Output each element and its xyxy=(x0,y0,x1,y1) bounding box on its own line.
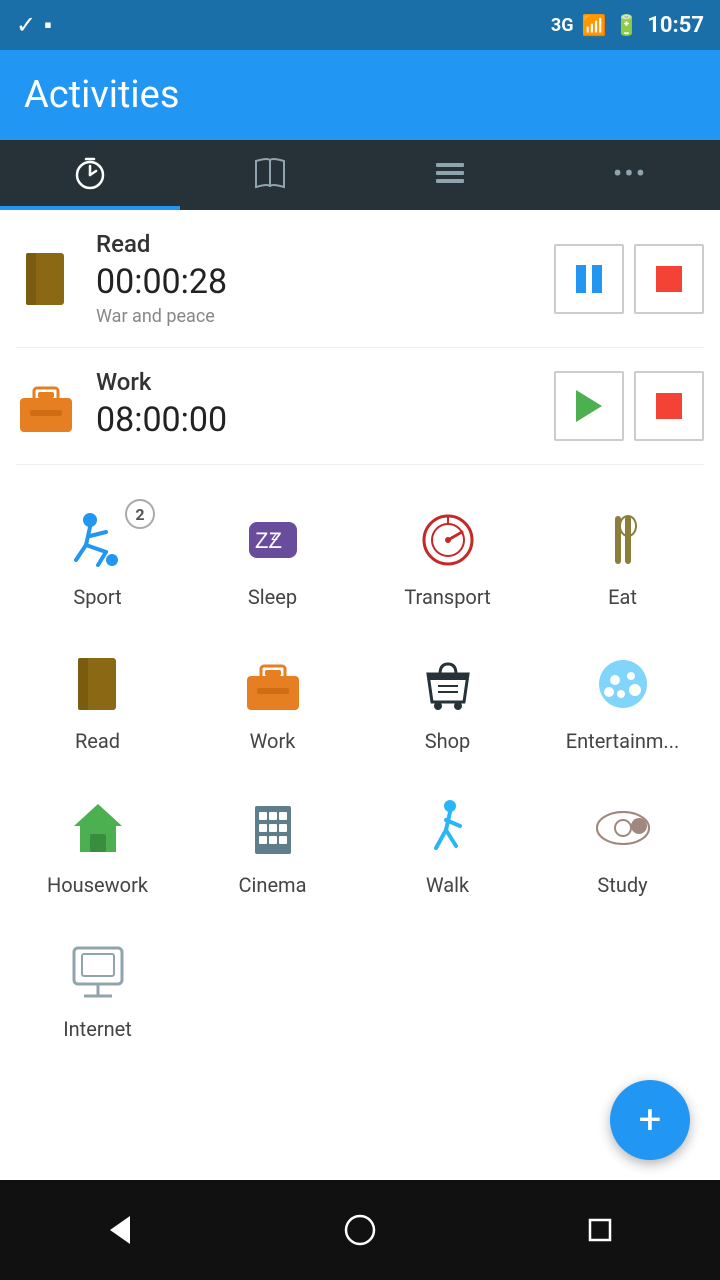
activity-study[interactable]: Study xyxy=(535,773,710,917)
read-pause-button[interactable] xyxy=(554,244,624,314)
transport-icon xyxy=(413,505,483,575)
read-icon xyxy=(63,649,133,719)
work-timer-icon xyxy=(16,376,76,436)
add-activity-button[interactable]: + xyxy=(610,1080,690,1160)
work-timer-name: Work xyxy=(96,368,554,396)
bottom-navigation xyxy=(0,1180,720,1280)
read-label: Read xyxy=(75,729,120,753)
pause-icon xyxy=(576,265,602,293)
timer-card-read: Read 00:00:28 War and peace xyxy=(16,210,704,348)
app-bar: Activities xyxy=(0,50,720,140)
sport-badge: 2 xyxy=(125,499,155,529)
activity-read[interactable]: Read xyxy=(10,629,185,773)
work-icon xyxy=(238,649,308,719)
read-timer-info: Read 00:00:28 War and peace xyxy=(96,230,554,327)
housework-icon xyxy=(63,793,133,863)
clock-label: 10:57 xyxy=(647,13,704,38)
home-button[interactable] xyxy=(330,1200,390,1260)
tab-timer[interactable] xyxy=(0,140,180,210)
status-bar: ✓ ▪ 3G 📶 🔋 10:57 xyxy=(0,0,720,50)
transport-label: Transport xyxy=(404,585,490,609)
eat-icon xyxy=(588,505,658,575)
activity-internet[interactable]: Internet xyxy=(10,917,185,1061)
cinema-label: Cinema xyxy=(239,873,307,897)
home-icon xyxy=(342,1212,378,1248)
sleep-icon: ZZ z xyxy=(238,505,308,575)
status-bar-left: ✓ ▪ xyxy=(16,11,52,39)
sleep-label: Sleep xyxy=(248,585,297,609)
back-button[interactable] xyxy=(90,1200,150,1260)
entertainment-icon xyxy=(588,649,658,719)
more-dots-icon: ••• xyxy=(613,157,647,190)
internet-icon xyxy=(63,937,133,1007)
tab-list[interactable] xyxy=(360,140,540,210)
read-timer-controls xyxy=(554,244,704,314)
timer-section: Read 00:00:28 War and peace xyxy=(0,210,720,465)
status-bar-right: 3G 📶 🔋 10:57 xyxy=(551,13,704,38)
activity-entertainment[interactable]: Entertainm... xyxy=(535,629,710,773)
timer-icon xyxy=(72,155,108,191)
walk-icon xyxy=(413,793,483,863)
check-icon: ✓ xyxy=(16,11,36,39)
recent-icon xyxy=(582,1212,618,1248)
activities-grid: 2 Sport ZZ z Sleep xyxy=(0,465,720,1081)
back-icon xyxy=(102,1212,138,1248)
work-timer-controls xyxy=(554,371,704,441)
work-stop-button[interactable] xyxy=(634,371,704,441)
study-label: Study xyxy=(597,873,647,897)
play-icon xyxy=(576,390,602,422)
recent-button[interactable] xyxy=(570,1200,630,1260)
signal-icon: 📶 xyxy=(582,13,607,37)
list-icon xyxy=(432,155,468,191)
read-timer-subtitle: War and peace xyxy=(96,306,554,327)
work-play-button[interactable] xyxy=(554,371,624,441)
app-title: Activities xyxy=(24,73,179,117)
study-icon xyxy=(588,793,658,863)
book-icon xyxy=(252,155,288,191)
battery-icon: 🔋 xyxy=(614,13,639,37)
svg-text:z: z xyxy=(271,527,278,543)
housework-label: Housework xyxy=(47,873,148,897)
timer-card-work: Work 08:00:00 xyxy=(16,348,704,465)
activity-transport[interactable]: Transport xyxy=(360,485,535,629)
sport-label: Sport xyxy=(73,585,121,609)
tab-bar: ••• xyxy=(0,140,720,210)
activity-work[interactable]: Work xyxy=(185,629,360,773)
entertainment-label: Entertainm... xyxy=(566,729,680,753)
read-timer-icon xyxy=(16,249,76,309)
read-timer-name: Read xyxy=(96,230,554,258)
tab-more[interactable]: ••• xyxy=(540,140,720,210)
add-icon: + xyxy=(639,1100,662,1140)
eat-label: Eat xyxy=(608,585,637,609)
walk-label: Walk xyxy=(426,873,469,897)
shop-label: Shop xyxy=(425,729,471,753)
activity-walk[interactable]: Walk xyxy=(360,773,535,917)
read-stop-button[interactable] xyxy=(634,244,704,314)
read-timer-time: 00:00:28 xyxy=(96,262,554,302)
work-timer-time: 08:00:00 xyxy=(96,400,554,440)
network-label: 3G xyxy=(551,15,574,36)
internet-label: Internet xyxy=(63,1017,132,1041)
work-timer-info: Work 08:00:00 xyxy=(96,368,554,444)
activity-eat[interactable]: Eat xyxy=(535,485,710,629)
activity-shop[interactable]: Shop xyxy=(360,629,535,773)
sd-icon: ▪ xyxy=(44,12,52,38)
stop-icon xyxy=(656,266,682,292)
sport-icon xyxy=(63,505,133,575)
shop-icon xyxy=(413,649,483,719)
activity-housework[interactable]: Housework xyxy=(10,773,185,917)
cinema-icon xyxy=(238,793,308,863)
tab-book[interactable] xyxy=(180,140,360,210)
activity-sleep[interactable]: ZZ z Sleep xyxy=(185,485,360,629)
stop-icon xyxy=(656,393,682,419)
work-label: Work xyxy=(250,729,296,753)
activity-cinema[interactable]: Cinema xyxy=(185,773,360,917)
activity-sport[interactable]: 2 Sport xyxy=(10,485,185,629)
